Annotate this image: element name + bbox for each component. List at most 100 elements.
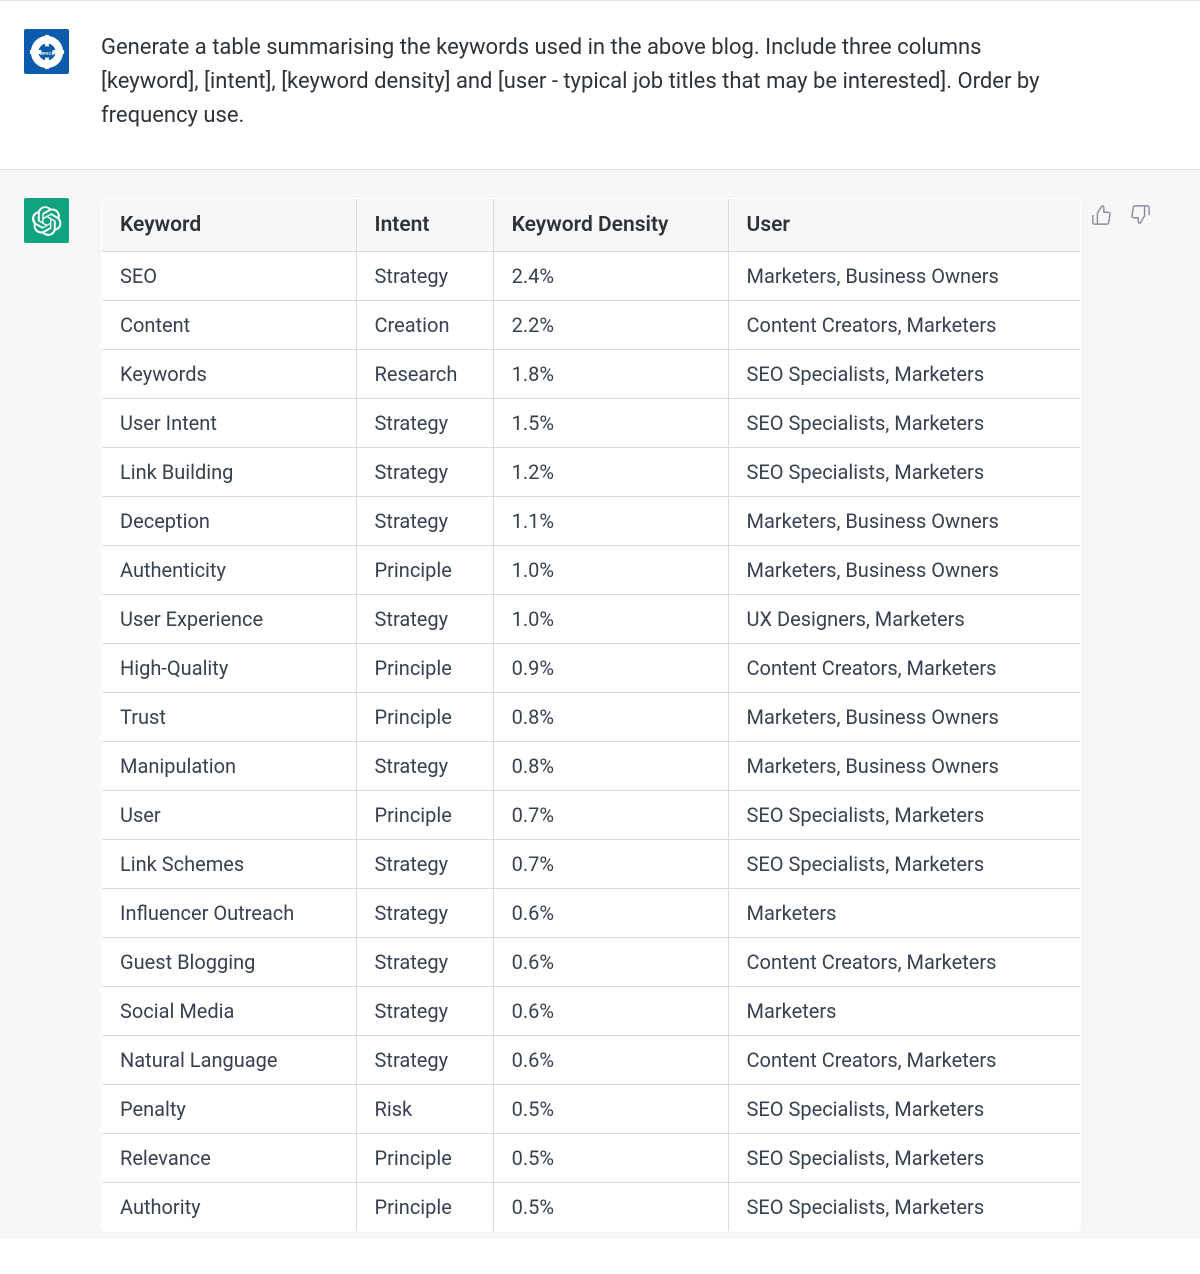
cell-intent: Strategy <box>356 840 493 889</box>
cell-density: 0.5% <box>493 1134 728 1183</box>
cell-density: 1.0% <box>493 595 728 644</box>
cell-keyword: Trust <box>102 693 357 742</box>
cell-user: SEO Specialists, Marketers <box>728 448 1080 497</box>
cell-keyword: Link Building <box>102 448 357 497</box>
cell-keyword: Link Schemes <box>102 840 357 889</box>
cell-density: 1.2% <box>493 448 728 497</box>
cell-intent: Principle <box>356 1183 493 1232</box>
cell-keyword: Penalty <box>102 1085 357 1134</box>
cell-keyword: Natural Language <box>102 1036 357 1085</box>
header-density: Keyword Density <box>493 199 728 252</box>
cell-density: 0.9% <box>493 644 728 693</box>
cell-density: 0.7% <box>493 791 728 840</box>
cell-intent: Strategy <box>356 889 493 938</box>
cell-keyword: Authority <box>102 1183 357 1232</box>
cell-keyword: User <box>102 791 357 840</box>
cell-intent: Strategy <box>356 497 493 546</box>
cell-density: 0.6% <box>493 1036 728 1085</box>
cell-intent: Strategy <box>356 1036 493 1085</box>
table-row: Guest BloggingStrategy0.6%Content Creato… <box>102 938 1081 987</box>
cell-keyword: Keywords <box>102 350 357 399</box>
cell-density: 0.6% <box>493 987 728 1036</box>
table-row: SEOStrategy2.4%Marketers, Business Owner… <box>102 252 1081 301</box>
cell-user: Content Creators, Marketers <box>728 644 1080 693</box>
cell-user: Marketers, Business Owners <box>728 742 1080 791</box>
cell-user: SEO Specialists, Marketers <box>728 350 1080 399</box>
table-row: Link SchemesStrategy0.7%SEO Specialists,… <box>102 840 1081 889</box>
cell-density: 1.5% <box>493 399 728 448</box>
table-row: ContentCreation2.2%Content Creators, Mar… <box>102 301 1081 350</box>
cell-user: Marketers, Business Owners <box>728 252 1080 301</box>
cell-user: Marketers <box>728 889 1080 938</box>
cell-user: SEO Specialists, Marketers <box>728 791 1080 840</box>
cell-user: Content Creators, Marketers <box>728 938 1080 987</box>
cell-intent: Principle <box>356 546 493 595</box>
cell-intent: Strategy <box>356 448 493 497</box>
user-message: OPACE Generate a table summarising the k… <box>0 0 1200 169</box>
cell-keyword: User Intent <box>102 399 357 448</box>
cell-intent: Risk <box>356 1085 493 1134</box>
cell-user: Content Creators, Marketers <box>728 1036 1080 1085</box>
keyword-table: Keyword Intent Keyword Density User SEOS… <box>101 198 1081 1232</box>
feedback-buttons <box>1091 204 1151 230</box>
thumbs-up-icon[interactable] <box>1091 204 1113 230</box>
thumbs-down-icon[interactable] <box>1129 204 1151 230</box>
assistant-message: Keyword Intent Keyword Density User SEOS… <box>0 169 1200 1239</box>
cell-density: 2.4% <box>493 252 728 301</box>
table-row: PenaltyRisk0.5%SEO Specialists, Marketer… <box>102 1085 1081 1134</box>
cell-density: 0.8% <box>493 742 728 791</box>
table-row: Link BuildingStrategy1.2%SEO Specialists… <box>102 448 1081 497</box>
user-prompt-text: Generate a table summarising the keyword… <box>101 29 1061 133</box>
cell-keyword: Guest Blogging <box>102 938 357 987</box>
cell-user: SEO Specialists, Marketers <box>728 399 1080 448</box>
cell-keyword: User Experience <box>102 595 357 644</box>
cell-user: Marketers, Business Owners <box>728 546 1080 595</box>
cell-density: 2.2% <box>493 301 728 350</box>
header-user: User <box>728 199 1080 252</box>
assistant-content: Keyword Intent Keyword Density User SEOS… <box>101 198 1081 1239</box>
cell-keyword: Authenticity <box>102 546 357 595</box>
cell-keyword: Content <box>102 301 357 350</box>
table-row: User ExperienceStrategy1.0%UX Designers,… <box>102 595 1081 644</box>
table-row: High-QualityPrinciple0.9%Content Creator… <box>102 644 1081 693</box>
table-row: UserPrinciple0.7%SEO Specialists, Market… <box>102 791 1081 840</box>
table-row: AuthenticityPrinciple1.0%Marketers, Busi… <box>102 546 1081 595</box>
table-row: KeywordsResearch1.8%SEO Specialists, Mar… <box>102 350 1081 399</box>
cell-intent: Strategy <box>356 742 493 791</box>
cell-user: Content Creators, Marketers <box>728 301 1080 350</box>
cell-keyword: Manipulation <box>102 742 357 791</box>
table-row: RelevancePrinciple0.5%SEO Specialists, M… <box>102 1134 1081 1183</box>
cell-density: 1.8% <box>493 350 728 399</box>
cell-user: UX Designers, Marketers <box>728 595 1080 644</box>
cell-intent: Strategy <box>356 938 493 987</box>
svg-text:OPACE: OPACE <box>39 50 54 55</box>
cell-intent: Strategy <box>356 595 493 644</box>
table-row: Social MediaStrategy0.6%Marketers <box>102 987 1081 1036</box>
cell-intent: Research <box>356 350 493 399</box>
cell-intent: Creation <box>356 301 493 350</box>
cell-user: SEO Specialists, Marketers <box>728 840 1080 889</box>
cell-density: 0.6% <box>493 938 728 987</box>
cell-user: Marketers, Business Owners <box>728 497 1080 546</box>
cell-user: SEO Specialists, Marketers <box>728 1085 1080 1134</box>
cell-user: Marketers <box>728 987 1080 1036</box>
cell-keyword: SEO <box>102 252 357 301</box>
table-row: Influencer OutreachStrategy0.6%Marketers <box>102 889 1081 938</box>
table-row: Natural LanguageStrategy0.6%Content Crea… <box>102 1036 1081 1085</box>
cell-keyword: Deception <box>102 497 357 546</box>
cell-intent: Principle <box>356 693 493 742</box>
table-row: DeceptionStrategy1.1%Marketers, Business… <box>102 497 1081 546</box>
cell-keyword: Relevance <box>102 1134 357 1183</box>
cell-keyword: High-Quality <box>102 644 357 693</box>
header-intent: Intent <box>356 199 493 252</box>
table-row: AuthorityPrinciple0.5%SEO Specialists, M… <box>102 1183 1081 1232</box>
cell-keyword: Influencer Outreach <box>102 889 357 938</box>
cell-density: 0.5% <box>493 1183 728 1232</box>
cell-intent: Strategy <box>356 399 493 448</box>
cell-density: 1.0% <box>493 546 728 595</box>
cell-user: SEO Specialists, Marketers <box>728 1183 1080 1232</box>
cell-density: 1.1% <box>493 497 728 546</box>
cell-density: 0.7% <box>493 840 728 889</box>
table-row: TrustPrinciple0.8%Marketers, Business Ow… <box>102 693 1081 742</box>
assistant-avatar <box>24 198 69 243</box>
